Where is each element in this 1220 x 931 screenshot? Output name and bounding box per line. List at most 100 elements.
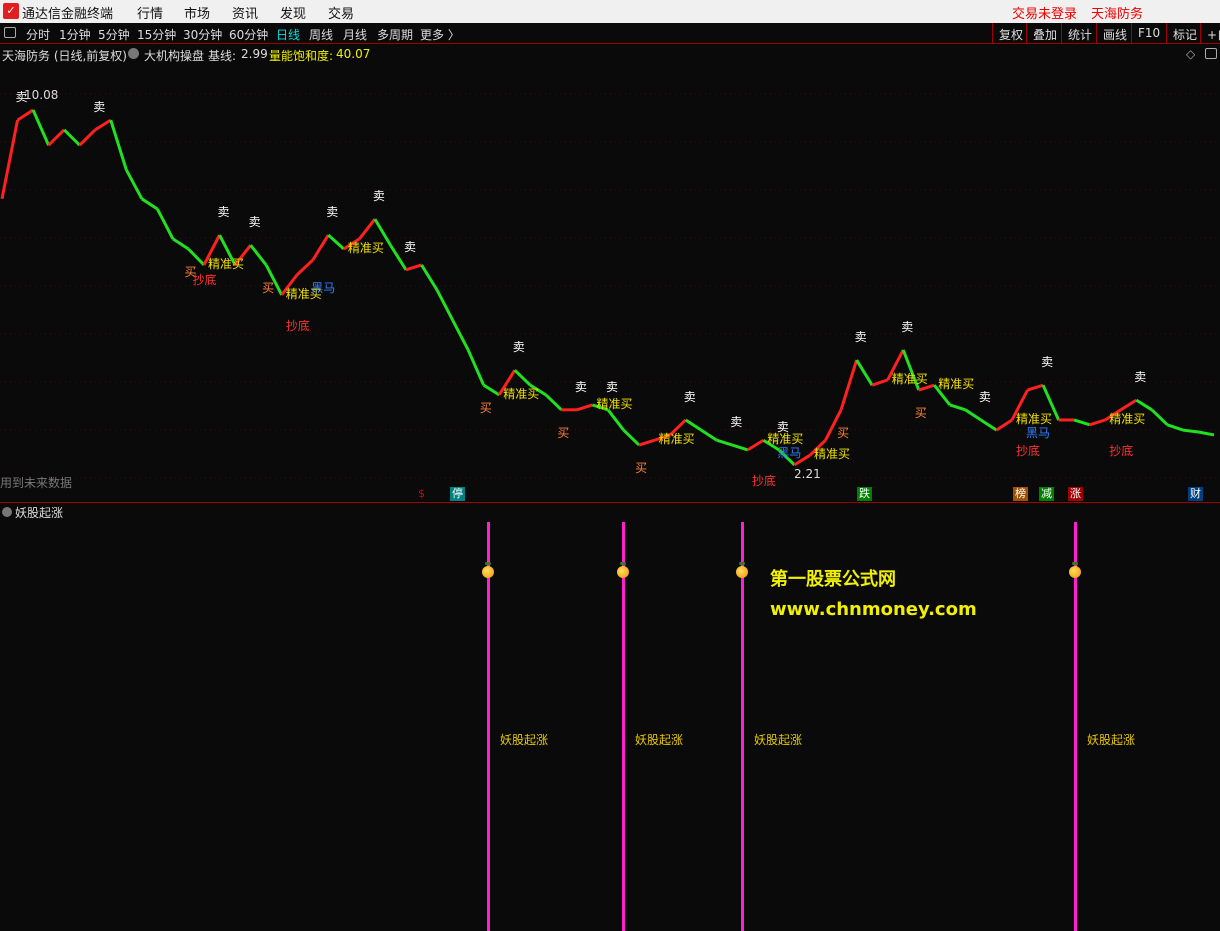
menu-market[interactable]: 行情 [137, 3, 163, 22]
price-segment [296, 259, 314, 276]
event-marker[interactable]: 财 [1188, 487, 1203, 501]
high-price-label: 10.08 [24, 88, 59, 102]
event-marker[interactable]: 跌 [857, 487, 872, 501]
signal-label: 妖股起涨 [635, 733, 684, 747]
signal-label: 妖股起涨 [1087, 733, 1136, 747]
period-tab-4[interactable]: 30分钟 [183, 26, 222, 43]
period-tab-7[interactable]: 周线 [309, 26, 333, 43]
event-marker[interactable]: 榜 [1013, 487, 1028, 501]
period-tab-6[interactable]: 日线 [276, 26, 300, 43]
event-marker[interactable]: $ [416, 487, 427, 501]
toolbar-button-4[interactable]: F10 [1131, 23, 1166, 43]
signal-sell: 卖 [217, 205, 230, 220]
period-tab-1[interactable]: 1分钟 [59, 26, 91, 43]
price-segment [576, 403, 593, 412]
period-tab-3[interactable]: 15分钟 [137, 26, 176, 43]
price-segment [0, 119, 20, 200]
period-tab-9[interactable]: 多周期 [377, 26, 413, 43]
price-segment [855, 359, 874, 386]
signal-buy: 买 [635, 461, 648, 476]
price-segment [747, 438, 765, 452]
menu-discover[interactable]: 发现 [280, 3, 306, 22]
menu-news[interactable]: 资讯 [232, 3, 258, 22]
menu-trade[interactable]: 交易 [328, 3, 354, 22]
saturation-value: 40.07 [336, 47, 371, 61]
pane-divider[interactable] [0, 502, 1220, 503]
orange-icon [617, 562, 629, 578]
price-segment [435, 289, 454, 321]
signal-sell: 卖 [1041, 355, 1054, 370]
signal-horse: 黑马 [1026, 425, 1051, 440]
signal-buy: 买 [557, 425, 570, 440]
orange-icon [736, 562, 748, 578]
toolbar-button-2[interactable]: 统计 [1061, 23, 1098, 43]
indicator-dropdown-icon[interactable] [128, 48, 139, 59]
price-segment [839, 359, 859, 411]
diamond-icon[interactable]: ◇ [1186, 47, 1195, 61]
price-segment [871, 378, 889, 387]
signal-precise: 精准买 [891, 371, 928, 386]
signal-sell: 卖 [15, 90, 28, 105]
price-segment [1089, 418, 1106, 427]
price-segment [1027, 383, 1044, 392]
price-segment [1150, 408, 1169, 426]
price-segment [94, 118, 112, 132]
price-segment [1135, 398, 1153, 412]
signal-horse: 黑马 [311, 280, 336, 295]
price-segment [1166, 423, 1184, 432]
period-tab-8[interactable]: 月线 [343, 26, 367, 43]
period-tab-5[interactable]: 60分钟 [229, 26, 268, 43]
period-tab-0[interactable]: 分时 [26, 26, 50, 43]
signal-sell: 卖 [372, 189, 385, 204]
app-logo-icon: ✓ [3, 3, 19, 19]
orange-icon [482, 562, 494, 578]
period-tab-2[interactable]: 5分钟 [98, 26, 130, 43]
signal-buy: 买 [479, 401, 492, 416]
login-status[interactable]: 交易未登录 [1012, 3, 1077, 22]
price-segment [544, 393, 563, 411]
period-tab-10[interactable]: 更多 〉 [420, 26, 460, 43]
toolbar-button-1[interactable]: 叠加 [1026, 23, 1063, 43]
sidebar-toggle-icon[interactable] [4, 27, 16, 38]
price-segment [327, 233, 345, 251]
toolbar-button-0[interactable]: 复权 [992, 23, 1029, 43]
period-toolbar: 分时 1分钟 5分钟 15分钟 30分钟 60分钟 日线 周线 月线 多周期 更多 〉 复权 叠加 统计… [0, 23, 1220, 44]
signal-sell: 卖 [901, 319, 914, 334]
signal-sell: 卖 [326, 205, 339, 220]
price-segment [716, 438, 733, 447]
price-segment [964, 408, 982, 422]
toolbar-button-6[interactable]: +自 [1200, 23, 1220, 43]
signal-sell: 卖 [248, 215, 261, 230]
signal-sell: 卖 [730, 415, 743, 430]
signal-label: 妖股起涨 [754, 733, 803, 747]
price-segment [358, 218, 377, 240]
signal-sell: 卖 [978, 389, 991, 404]
event-marker[interactable]: 减 [1039, 487, 1054, 501]
price-segment [420, 264, 439, 291]
signal-sell: 卖 [1134, 370, 1147, 385]
price-segment [78, 128, 97, 147]
title-bar: ✓ 通达信金融终端 行情 市场 资讯 发现 交易 交易未登录 天海防务 [0, 0, 1220, 23]
signal-bottom: 抄底 [285, 318, 310, 333]
toolbar-button-5[interactable]: 标记 [1166, 23, 1203, 43]
signal-sell: 卖 [512, 340, 525, 355]
menu-exchange[interactable]: 市场 [184, 3, 210, 22]
low-price-label: 2.21 [794, 467, 821, 481]
price-segment [466, 349, 486, 386]
pane2-title: 妖股起涨 [2, 504, 63, 521]
app-name: 通达信金融终端 [22, 7, 114, 22]
event-marker[interactable]: 停 [450, 487, 465, 501]
price-segment [141, 197, 159, 211]
signal-bottom: 抄底 [1109, 443, 1134, 458]
signal-buy: 买 [262, 280, 275, 295]
price-segment [700, 428, 718, 442]
price-segment [451, 319, 470, 351]
pane-dropdown-icon[interactable] [2, 507, 12, 517]
panel-toggle-icon[interactable] [1205, 48, 1217, 59]
price-segment [995, 418, 1013, 432]
toolbar-button-3[interactable]: 画线 [1096, 23, 1133, 43]
signal-precise: 精准买 [208, 256, 245, 271]
event-marker[interactable]: 涨 [1068, 487, 1083, 501]
signal-precise: 精准买 [1109, 411, 1146, 426]
signal-sell: 卖 [606, 379, 619, 394]
